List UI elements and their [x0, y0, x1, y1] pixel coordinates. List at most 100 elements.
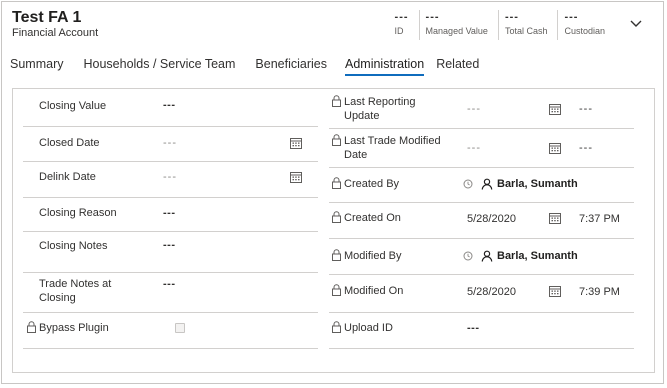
- field-last-reporting-update: Last Reporting Update --- ---: [329, 89, 634, 129]
- field-created-by: Created By Barla, Sumanth: [329, 168, 634, 203]
- lock-icon: [332, 134, 341, 146]
- kpi-value: ---: [564, 11, 579, 23]
- field-label: Trade Notes at Closing: [39, 277, 111, 305]
- lock-icon: [27, 321, 36, 333]
- tab-related[interactable]: Related: [432, 56, 487, 78]
- calendar-icon: [549, 143, 561, 154]
- field-closing-reason: Closing Reason ---: [23, 198, 318, 232]
- date-input: ---: [467, 103, 481, 115]
- field-label: Modified On: [344, 285, 404, 297]
- user-name[interactable]: Barla, Sumanth: [497, 250, 578, 262]
- field-closed-date: Closed Date ---: [23, 127, 318, 162]
- label-line: Trade Notes at: [39, 278, 112, 290]
- field-label: Last Trade Modified Date: [344, 134, 441, 162]
- field-modified-by: Modified By Barla, Sumanth: [329, 239, 634, 275]
- administration-section: Closing Value --- Closed Date --- Delink…: [12, 88, 655, 373]
- label-line: Closing: [39, 292, 76, 304]
- field-label: Closed Date: [39, 137, 100, 149]
- form-window: Test FA 1 Financial Account --- ID --- M…: [1, 1, 664, 384]
- tab-list: Summary Households / Service Team Benefi…: [2, 56, 487, 78]
- kpi-value: ---: [504, 11, 519, 23]
- tab-administration[interactable]: Administration: [335, 56, 432, 78]
- kpi-id: --- ID: [389, 10, 419, 40]
- tab-label: Households / Service Team: [83, 57, 236, 71]
- label-line: Update: [344, 110, 380, 122]
- field-label: Upload ID: [344, 322, 393, 334]
- time-value: ---: [579, 142, 593, 154]
- field-modified-on: Modified On 5/28/2020 7:39 PM: [329, 275, 634, 313]
- field-created-on: Created On 5/28/2020 7:37 PM: [329, 203, 634, 239]
- field-label: Closing Notes: [39, 240, 108, 252]
- user-name[interactable]: Barla, Sumanth: [497, 178, 578, 190]
- date-input: ---: [467, 142, 481, 154]
- field-label: Created By: [344, 178, 400, 190]
- kpi-custodian: --- Custodian: [557, 10, 615, 40]
- time-value: 7:37 PM: [579, 213, 620, 225]
- field-label: Modified By: [344, 250, 402, 262]
- tab-beneficiaries[interactable]: Beneficiaries: [243, 56, 335, 78]
- kpi-value: ---: [394, 11, 409, 23]
- date-input[interactable]: ---: [163, 171, 177, 183]
- tab-label: Beneficiaries: [255, 57, 327, 71]
- kpi-label: Custodian: [564, 26, 605, 36]
- tab-label: Summary: [10, 57, 64, 71]
- label-line: Last Reporting: [344, 96, 416, 108]
- kpi-total-cash: --- Total Cash: [497, 10, 558, 40]
- field-value[interactable]: ---: [163, 239, 176, 251]
- field-label: Closing Reason: [39, 207, 117, 219]
- calendar-icon[interactable]: [290, 171, 302, 183]
- presence-icon: [463, 179, 473, 189]
- kpi-value: ---: [425, 11, 440, 23]
- kpi-label: Total Cash: [504, 26, 548, 36]
- created-by-lookup[interactable]: Barla, Sumanth: [463, 178, 578, 190]
- tab-summary[interactable]: Summary: [2, 56, 71, 78]
- kpi-label: Managed Value: [425, 26, 488, 36]
- field-label: Delink Date: [39, 171, 96, 183]
- presence-icon: [463, 251, 473, 261]
- lock-icon: [332, 177, 341, 189]
- field-value[interactable]: ---: [163, 278, 176, 290]
- tab-label: Related: [436, 57, 480, 71]
- field-trade-notes-at-closing: Trade Notes at Closing ---: [23, 273, 318, 313]
- field-label: Created On: [344, 212, 401, 224]
- modified-by-lookup[interactable]: Barla, Sumanth: [463, 250, 578, 262]
- lock-icon: [332, 284, 341, 296]
- field-delink-date: Delink Date ---: [23, 162, 318, 198]
- time-value: ---: [579, 103, 593, 115]
- field-last-trade-modified-date: Last Trade Modified Date --- ---: [329, 129, 634, 168]
- field-label: Bypass Plugin: [39, 322, 109, 334]
- field-value[interactable]: ---: [163, 207, 176, 219]
- calendar-icon[interactable]: [290, 137, 302, 149]
- label-line: Last Trade Modified: [344, 135, 441, 147]
- calendar-icon: [549, 286, 561, 297]
- tab-households-service-team[interactable]: Households / Service Team: [71, 56, 243, 78]
- field-bypass-plugin: Bypass Plugin: [23, 313, 318, 349]
- bypass-plugin-checkbox[interactable]: [175, 323, 185, 333]
- lock-icon: [332, 249, 341, 261]
- calendar-icon: [549, 104, 561, 115]
- kpi-label: ID: [394, 26, 404, 36]
- field-value[interactable]: ---: [163, 99, 176, 111]
- date-value: 5/28/2020: [467, 286, 516, 298]
- time-value: 7:39 PM: [579, 286, 620, 298]
- label-line: Date: [344, 149, 368, 161]
- person-icon: [481, 250, 493, 262]
- date-input[interactable]: ---: [163, 137, 177, 149]
- calendar-icon: [549, 213, 561, 224]
- lock-icon: [332, 95, 341, 107]
- field-label: Last Reporting Update: [344, 95, 416, 123]
- field-upload-id: Upload ID ---: [329, 313, 634, 349]
- field-label: Closing Value: [39, 100, 107, 112]
- chevron-down-icon[interactable]: [629, 18, 643, 28]
- tab-label: Administration: [345, 57, 425, 76]
- field-value: ---: [467, 322, 480, 334]
- record-type: Financial Account: [12, 27, 99, 39]
- lock-icon: [332, 211, 341, 223]
- field-closing-value: Closing Value ---: [23, 89, 318, 127]
- date-value: 5/28/2020: [467, 213, 516, 225]
- person-icon: [481, 178, 493, 190]
- header-fields: --- ID --- Managed Value --- Total Cash …: [389, 10, 615, 40]
- kpi-managed-value: --- Managed Value: [418, 10, 498, 40]
- field-closing-notes: Closing Notes ---: [23, 232, 318, 273]
- lock-icon: [332, 321, 341, 333]
